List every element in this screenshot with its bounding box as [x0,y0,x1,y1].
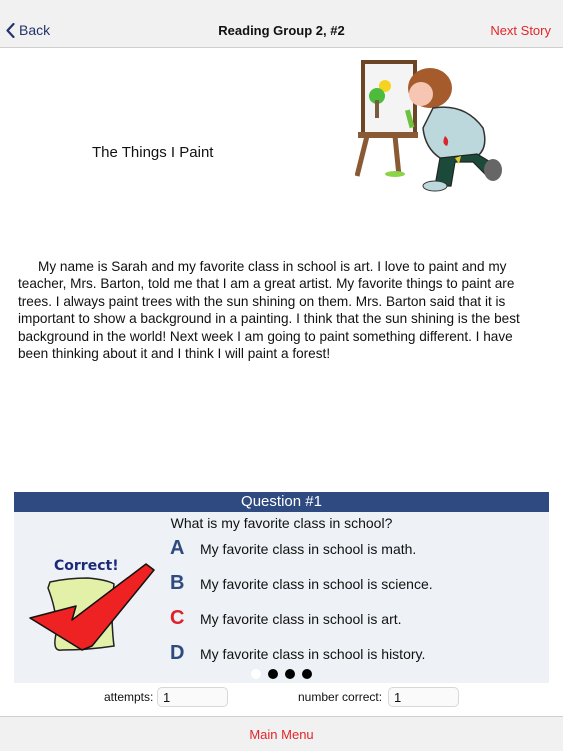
question-text: What is my favorite class in school? [170,515,393,531]
number-correct-field[interactable] [388,687,459,707]
stats-bar: attempts: number correct: [0,686,563,712]
answer-text: My favorite class in school is art. [200,610,402,627]
next-story-button[interactable]: Next Story [490,23,551,38]
question-header: Question #1 [14,492,549,512]
question-panel: Question #1 What is my favorite class in… [14,492,549,683]
story-title: The Things I Paint [92,144,214,161]
navigation-bar: Back Reading Group 2, #2 Next Story [0,0,563,48]
page-dot-1[interactable] [251,669,261,679]
attempts-label: attempts: [104,690,154,704]
page-dot-3[interactable] [285,669,295,679]
page-title: Reading Group 2, #2 [218,23,345,38]
answer-option-c[interactable]: C My favorite class in school is art. [170,607,402,630]
answer-letter: C [170,607,185,629]
answer-option-a[interactable]: A My favorite class in school is math. [170,537,416,560]
answer-letter: B [170,572,185,594]
story-body-text: My name is Sarah and my favorite class i… [18,259,520,362]
correct-checkmark-icon: Correct! [29,558,155,651]
girl-painting-illustration [355,60,502,192]
answer-text: My favorite class in school is math. [200,540,417,557]
answer-letter: A [170,537,185,559]
answer-option-b[interactable]: B My favorite class in school is science… [170,572,433,595]
girl-figure [404,68,502,192]
correct-feedback-text: Correct! [54,558,119,574]
footer-bar: Main Menu [0,716,563,751]
answer-text: My favorite class in school is science. [200,575,433,592]
number-correct-label: number correct: [298,690,383,704]
main-menu-button[interactable]: Main Menu [0,727,563,742]
answer-letter: D [170,642,185,664]
page-dot-4[interactable] [302,669,312,679]
attempts-field[interactable] [157,687,228,707]
answer-text: My favorite class in school is history. [200,645,426,662]
answer-option-d[interactable]: D My favorite class in school is history… [170,642,425,665]
page-dot-2[interactable] [268,669,278,679]
page-indicator [14,669,549,679]
